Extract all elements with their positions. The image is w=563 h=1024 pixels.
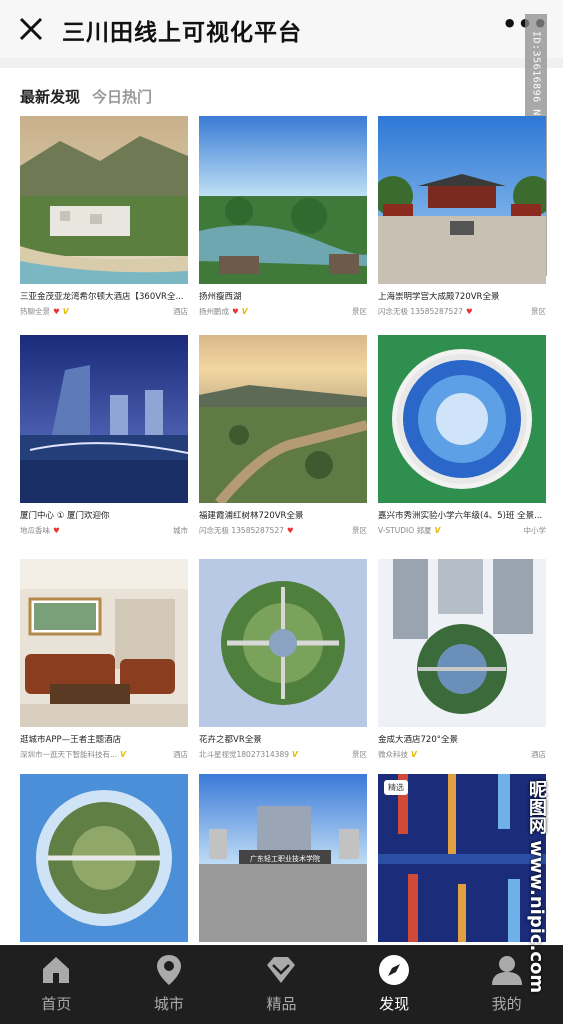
thumbnail-image bbox=[20, 116, 188, 284]
card-title: 三亚金茂亚龙湾希尔顿大酒店【360VR全... bbox=[20, 292, 184, 302]
vip-badge-icon: V bbox=[292, 750, 298, 759]
card-author: 北斗星视觉18027314389 bbox=[199, 750, 289, 759]
card-title: 花卉之都VR全景 bbox=[199, 735, 262, 745]
nav-label: 精品 bbox=[266, 995, 297, 1013]
card-title: 上海崇明学宫大成殿720VR全景 bbox=[378, 292, 500, 302]
tab-latest[interactable]: 最新发现 bbox=[20, 86, 80, 108]
thumbnail-image bbox=[378, 559, 546, 727]
card-title: 扬州瘦西湖 bbox=[199, 292, 242, 302]
nav-label: 发现 bbox=[379, 995, 410, 1013]
panorama-card[interactable]: 厦门中心 ① 厦门欢迎你 地瓜香味 ♥ 城市 bbox=[20, 335, 188, 536]
card-category: 酒店 bbox=[173, 307, 188, 316]
panorama-card[interactable]: 嘉兴市秀洲实验小学六年级(4、5)班 全景... V-STUDIO 郑厦 V 中小… bbox=[378, 335, 546, 536]
thumbnail-image bbox=[199, 116, 367, 284]
card-author: V-STUDIO 郑厦 bbox=[378, 526, 432, 535]
card-category: 景区 bbox=[352, 526, 367, 535]
thumbnail-image bbox=[199, 559, 367, 727]
thumbnail-image bbox=[20, 335, 188, 503]
card-category: 酒店 bbox=[531, 750, 546, 759]
card-meta: V-STUDIO 郑厦 V 中小学 bbox=[378, 526, 546, 536]
thumbnail-image bbox=[20, 774, 188, 942]
panorama-card[interactable]: 逛城市APP—王者主题酒店 深圳市一逛天下智能科技有... V 酒店 bbox=[20, 559, 188, 760]
panorama-card[interactable]: 三亚金茂亚龙湾希尔顿大酒店【360VR全... 热聊全景 ♥ V 酒店 bbox=[20, 116, 188, 317]
panorama-card[interactable]: 精选 bbox=[378, 774, 546, 942]
card-author: 扬州鹏成 bbox=[199, 307, 229, 316]
card-title: 厦门中心 ① 厦门欢迎你 bbox=[20, 511, 110, 521]
card-meta: 热聊全景 ♥ V 酒店 bbox=[20, 307, 188, 317]
panorama-card[interactable]: 扬州瘦西湖 扬州鹏成 ♥ V 景区 bbox=[199, 116, 367, 317]
thumbnail-image bbox=[20, 559, 188, 727]
close-icon[interactable] bbox=[14, 12, 48, 46]
panorama-card[interactable]: 上海崇明学宫大成殿720VR全景 闪念无极 13585287527 ♥ 景区 bbox=[378, 116, 546, 317]
card-category: 景区 bbox=[352, 307, 367, 316]
nav-label: 首页 bbox=[41, 995, 72, 1013]
nav-city[interactable]: 城市 bbox=[113, 945, 226, 1024]
card-meta: 北斗星视觉18027314389 V 景区 bbox=[199, 750, 367, 760]
card-title: 嘉兴市秀洲实验小学六年级(4、5)班 全景... bbox=[378, 511, 543, 521]
card-meta: 闪念无极 13585287527 ♥ 景区 bbox=[378, 307, 546, 317]
heart-icon: ♥ bbox=[465, 307, 473, 316]
heart-icon: ♥ bbox=[286, 526, 294, 535]
thumbnail-image: 广东轻工职业技术学院 bbox=[199, 774, 367, 942]
card-author: 微众科技 bbox=[378, 750, 408, 759]
card-author: 闪念无极 13585287527 bbox=[199, 526, 284, 535]
vip-badge-icon: V bbox=[62, 307, 69, 316]
divider bbox=[0, 58, 563, 68]
panorama-card[interactable]: 花卉之都VR全景 北斗星视觉18027314389 V 景区 bbox=[199, 559, 367, 760]
card-author: 热聊全景 bbox=[20, 307, 50, 316]
card-title: 逛城市APP—王者主题酒店 bbox=[20, 735, 122, 745]
card-category: 酒店 bbox=[173, 750, 188, 759]
panorama-card[interactable] bbox=[20, 774, 188, 942]
thumbnail-image bbox=[378, 116, 546, 284]
card-meta: 地瓜香味 ♥ 城市 bbox=[20, 526, 188, 536]
watermark-site: 昵图网 www.nipic.com bbox=[526, 780, 547, 994]
location-pin-icon bbox=[156, 955, 181, 985]
campus-sign: 广东轻工职业技术学院 bbox=[250, 854, 320, 863]
bottom-nav: 首页 城市 精品 发现 我的 bbox=[0, 945, 563, 1024]
card-meta: 微众科技 V 酒店 bbox=[378, 750, 546, 760]
tab-bar: 最新发现 今日热门 bbox=[20, 86, 152, 108]
vip-badge-icon: V bbox=[411, 750, 417, 759]
featured-tag: 精选 bbox=[384, 780, 408, 795]
nav-home[interactable]: 首页 bbox=[0, 945, 113, 1024]
card-meta: 闪念无极 13585287527 ♥ 景区 bbox=[199, 526, 367, 536]
heart-icon: ♥ bbox=[53, 526, 60, 535]
card-category: 中小学 bbox=[523, 526, 547, 535]
home-icon bbox=[43, 957, 70, 983]
card-author: 地瓜香味 bbox=[20, 526, 50, 535]
card-category: 景区 bbox=[531, 307, 546, 316]
nav-label: 城市 bbox=[153, 995, 184, 1013]
card-author: 深圳市一逛天下智能科技有... bbox=[20, 750, 118, 759]
panorama-card[interactable]: 福建霞浦红树林720VR全景 闪念无极 13585287527 ♥ 景区 bbox=[199, 335, 367, 536]
page-title: 三川田线上可视化平台 bbox=[62, 20, 302, 46]
tab-today-hot[interactable]: 今日热门 bbox=[92, 86, 152, 108]
vip-badge-icon: V bbox=[241, 307, 248, 316]
card-meta: 扬州鹏成 ♥ V 景区 bbox=[199, 307, 367, 317]
card-meta: 深圳市一逛天下智能科技有... V 酒店 bbox=[20, 750, 188, 760]
nav-label: 我的 bbox=[491, 995, 522, 1013]
card-title: 金成大酒店720°全景 bbox=[378, 735, 458, 745]
compass-icon bbox=[379, 955, 410, 985]
thumbnail-image bbox=[378, 335, 546, 503]
heart-icon: ♥ bbox=[232, 307, 239, 316]
nav-discover[interactable]: 发现 bbox=[338, 945, 451, 1024]
card-title: 福建霞浦红树林720VR全景 bbox=[199, 511, 304, 521]
heart-icon: ♥ bbox=[53, 307, 60, 316]
header-bar: 三川田线上可视化平台 ••• bbox=[0, 0, 563, 58]
thumbnail-image: 精选 bbox=[378, 774, 546, 942]
card-category: 景区 bbox=[352, 750, 367, 759]
diamond-icon bbox=[267, 957, 296, 983]
card-category: 城市 bbox=[173, 526, 188, 535]
vip-badge-icon: V bbox=[120, 750, 126, 759]
nav-premium[interactable]: 精品 bbox=[225, 945, 338, 1024]
user-icon bbox=[491, 956, 522, 985]
vip-badge-icon: V bbox=[434, 526, 441, 535]
card-author: 闪念无极 13585287527 bbox=[378, 307, 463, 316]
panorama-card[interactable]: 金成大酒店720°全景 微众科技 V 酒店 bbox=[378, 559, 546, 760]
thumbnail-image bbox=[199, 335, 367, 503]
panorama-card[interactable]: 广东轻工职业技术学院 bbox=[199, 774, 367, 942]
